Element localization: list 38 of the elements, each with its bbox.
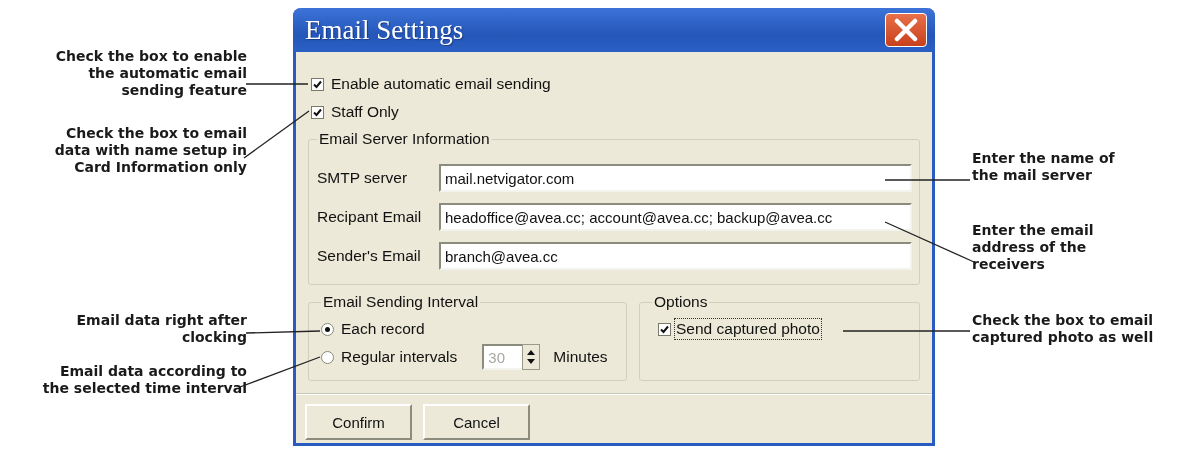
checkbox[interactable] <box>658 322 671 336</box>
input-field[interactable]: headoffice@avea.cc; account@avea.cc; backup@avea.cc <box>439 203 912 231</box>
checkbox-label[interactable]: Send captured photo <box>676 320 820 338</box>
radio-label[interactable]: Regular intervals <box>341 348 458 366</box>
dialog-button[interactable]: Confirm <box>305 404 412 440</box>
radio-button[interactable] <box>321 322 334 336</box>
input-field[interactable]: mail.netvigator.com <box>439 164 912 192</box>
radio-button[interactable] <box>321 350 334 364</box>
group-title: Email Server Information <box>318 130 491 148</box>
annotation-text: Enter the email address of the receivers <box>972 222 1094 273</box>
checkbox-label[interactable]: Enable automatic email sending <box>331 75 551 93</box>
window-title: Email Settings <box>305 14 464 46</box>
input-field[interactable]: branch@avea.cc <box>439 242 912 270</box>
dialog-button[interactable]: Cancel <box>423 404 530 440</box>
checkbox[interactable] <box>311 105 324 119</box>
field-label: Sender's Email <box>317 247 422 265</box>
annotation-text: Check the box to email data with name setup in Card Information only <box>54 125 247 176</box>
annotation-text: Email data according to the selected time interval <box>42 363 247 397</box>
checkbox-label[interactable]: Staff Only <box>331 103 399 121</box>
annotation-text: Enter the name of the mail server <box>972 150 1115 184</box>
close-icon <box>893 18 919 42</box>
field-label: Recipant Email <box>317 208 423 226</box>
spin-button[interactable] <box>522 344 541 370</box>
check-icon <box>660 324 669 334</box>
annotation-text: Check the box to enable the automatic email sending feature <box>55 48 247 99</box>
leader-line <box>245 83 309 85</box>
field-label: SMTP server <box>317 169 409 187</box>
annotation-text: Email data right after clocking <box>76 312 247 346</box>
checkbox[interactable] <box>311 77 324 91</box>
up-down-arrow-icon <box>526 349 537 365</box>
radio-label[interactable]: Each record <box>341 320 425 338</box>
group-title: Email Sending Interval <box>322 293 480 311</box>
unit-label: Minutes <box>553 348 608 366</box>
check-icon <box>313 107 322 117</box>
close-button[interactable] <box>885 13 927 47</box>
annotation-text: Check the box to email captured photo as well <box>972 312 1154 346</box>
check-icon <box>313 79 322 89</box>
group-title: Options <box>653 293 709 311</box>
